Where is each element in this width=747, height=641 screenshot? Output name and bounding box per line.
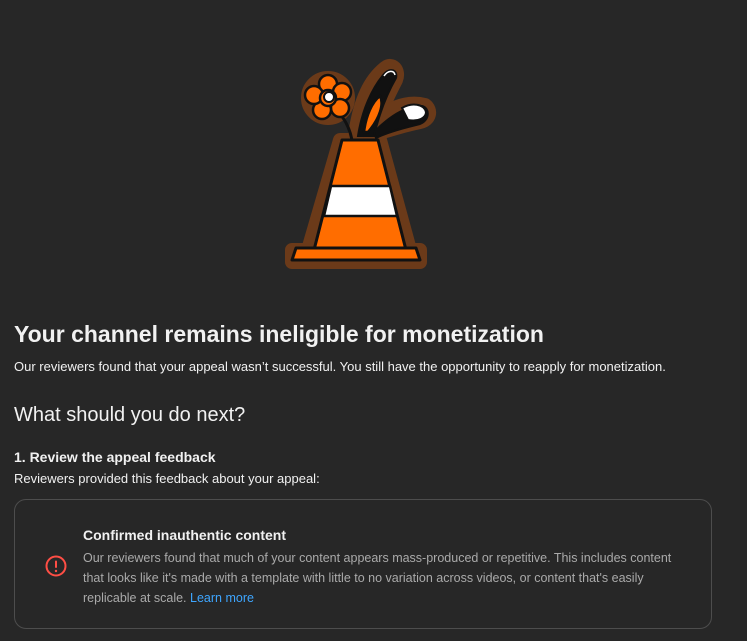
next-steps-heading: What should you do next? (14, 404, 246, 426)
page-subtitle: Our reviewers found that your appeal was… (14, 359, 666, 374)
step-1-heading: 1. Review the appeal feedback (14, 449, 216, 465)
feedback-body-text: Our reviewers found that much of your co… (83, 551, 672, 605)
step-1-description: Reviewers provided this feedback about y… (14, 471, 320, 486)
ineligible-page: Your channel remains ineligible for mone… (0, 0, 747, 641)
traffic-cone-flower-icon (285, 59, 437, 269)
learn-more-link[interactable]: Learn more (190, 591, 254, 605)
feedback-card: Confirmed inauthentic content Our review… (14, 499, 712, 629)
page-title: Your channel remains ineligible for mone… (14, 321, 544, 347)
feedback-body: Our reviewers found that much of your co… (83, 548, 695, 608)
alert-circle-icon (45, 555, 67, 577)
feedback-title: Confirmed inauthentic content (83, 527, 286, 543)
